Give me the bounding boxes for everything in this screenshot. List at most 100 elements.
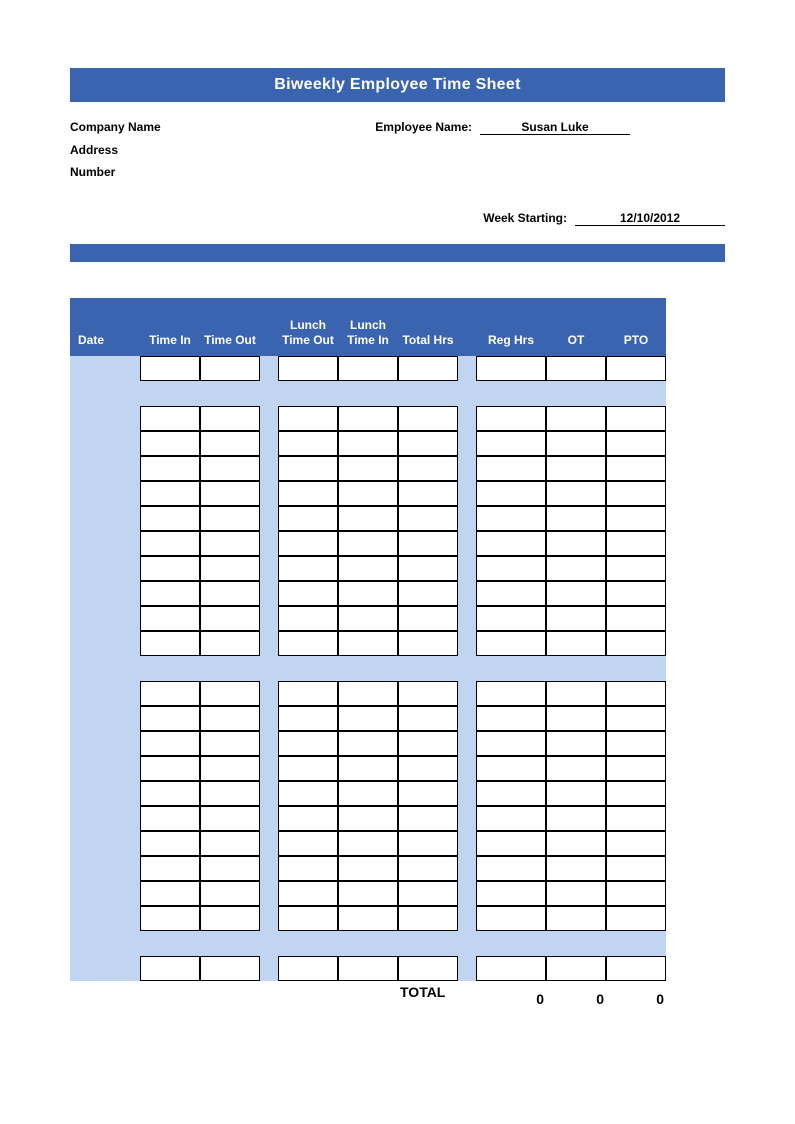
time-cell[interactable] <box>200 731 260 756</box>
time-cell[interactable] <box>278 831 338 856</box>
time-cell[interactable] <box>140 356 200 381</box>
time-cell[interactable] <box>140 781 200 806</box>
time-cell[interactable] <box>278 356 338 381</box>
time-cell[interactable] <box>398 731 458 756</box>
time-cell[interactable] <box>278 956 338 981</box>
time-cell[interactable] <box>338 481 398 506</box>
time-cell[interactable] <box>338 856 398 881</box>
time-cell[interactable] <box>606 756 666 781</box>
time-cell[interactable] <box>278 706 338 731</box>
time-cell[interactable] <box>398 956 458 981</box>
time-cell[interactable] <box>140 606 200 631</box>
time-cell[interactable] <box>140 756 200 781</box>
time-cell[interactable] <box>476 706 546 731</box>
time-cell[interactable] <box>546 431 606 456</box>
time-cell[interactable] <box>338 406 398 431</box>
time-cell[interactable] <box>338 531 398 556</box>
time-cell[interactable] <box>140 856 200 881</box>
time-cell[interactable] <box>278 431 338 456</box>
time-cell[interactable] <box>606 731 666 756</box>
time-cell[interactable] <box>476 431 546 456</box>
time-cell[interactable] <box>606 831 666 856</box>
time-cell[interactable] <box>200 606 260 631</box>
time-cell[interactable] <box>476 456 546 481</box>
time-cell[interactable] <box>546 781 606 806</box>
time-cell[interactable] <box>398 781 458 806</box>
time-cell[interactable] <box>200 581 260 606</box>
time-cell[interactable] <box>606 556 666 581</box>
time-cell[interactable] <box>200 956 260 981</box>
time-cell[interactable] <box>200 881 260 906</box>
time-cell[interactable] <box>200 906 260 931</box>
time-cell[interactable] <box>398 706 458 731</box>
time-cell[interactable] <box>476 531 546 556</box>
time-cell[interactable] <box>476 806 546 831</box>
time-cell[interactable] <box>278 781 338 806</box>
time-cell[interactable] <box>278 881 338 906</box>
time-cell[interactable] <box>338 506 398 531</box>
time-cell[interactable] <box>606 481 666 506</box>
time-cell[interactable] <box>200 806 260 831</box>
time-cell[interactable] <box>546 506 606 531</box>
time-cell[interactable] <box>140 906 200 931</box>
time-cell[interactable] <box>200 781 260 806</box>
time-cell[interactable] <box>140 731 200 756</box>
time-cell[interactable] <box>398 831 458 856</box>
time-cell[interactable] <box>546 806 606 831</box>
time-cell[interactable] <box>200 856 260 881</box>
time-cell[interactable] <box>546 856 606 881</box>
time-cell[interactable] <box>606 806 666 831</box>
time-cell[interactable] <box>278 606 338 631</box>
time-cell[interactable] <box>606 856 666 881</box>
time-cell[interactable] <box>338 881 398 906</box>
time-cell[interactable] <box>338 806 398 831</box>
time-cell[interactable] <box>546 581 606 606</box>
time-cell[interactable] <box>278 756 338 781</box>
time-cell[interactable] <box>338 781 398 806</box>
time-cell[interactable] <box>606 906 666 931</box>
time-cell[interactable] <box>546 356 606 381</box>
time-cell[interactable] <box>546 831 606 856</box>
time-cell[interactable] <box>338 431 398 456</box>
time-cell[interactable] <box>338 631 398 656</box>
time-cell[interactable] <box>338 606 398 631</box>
time-cell[interactable] <box>546 556 606 581</box>
time-cell[interactable] <box>398 756 458 781</box>
time-cell[interactable] <box>476 606 546 631</box>
time-cell[interactable] <box>278 631 338 656</box>
time-cell[interactable] <box>140 581 200 606</box>
time-cell[interactable] <box>278 906 338 931</box>
time-cell[interactable] <box>200 756 260 781</box>
time-cell[interactable] <box>476 881 546 906</box>
time-cell[interactable] <box>606 431 666 456</box>
time-cell[interactable] <box>546 531 606 556</box>
time-cell[interactable] <box>200 456 260 481</box>
time-cell[interactable] <box>140 531 200 556</box>
time-cell[interactable] <box>200 431 260 456</box>
time-cell[interactable] <box>476 681 546 706</box>
time-cell[interactable] <box>606 706 666 731</box>
time-cell[interactable] <box>200 831 260 856</box>
time-cell[interactable] <box>398 506 458 531</box>
time-cell[interactable] <box>398 431 458 456</box>
time-cell[interactable] <box>140 506 200 531</box>
time-cell[interactable] <box>398 406 458 431</box>
time-cell[interactable] <box>278 456 338 481</box>
time-cell[interactable] <box>476 631 546 656</box>
time-cell[interactable] <box>546 456 606 481</box>
time-cell[interactable] <box>398 806 458 831</box>
time-cell[interactable] <box>338 556 398 581</box>
time-cell[interactable] <box>606 581 666 606</box>
time-cell[interactable] <box>546 906 606 931</box>
time-cell[interactable] <box>338 756 398 781</box>
time-cell[interactable] <box>200 406 260 431</box>
time-cell[interactable] <box>546 881 606 906</box>
time-cell[interactable] <box>200 481 260 506</box>
time-cell[interactable] <box>476 406 546 431</box>
time-cell[interactable] <box>278 856 338 881</box>
time-cell[interactable] <box>140 431 200 456</box>
time-cell[interactable] <box>398 456 458 481</box>
time-cell[interactable] <box>278 581 338 606</box>
time-cell[interactable] <box>476 956 546 981</box>
time-cell[interactable] <box>278 556 338 581</box>
